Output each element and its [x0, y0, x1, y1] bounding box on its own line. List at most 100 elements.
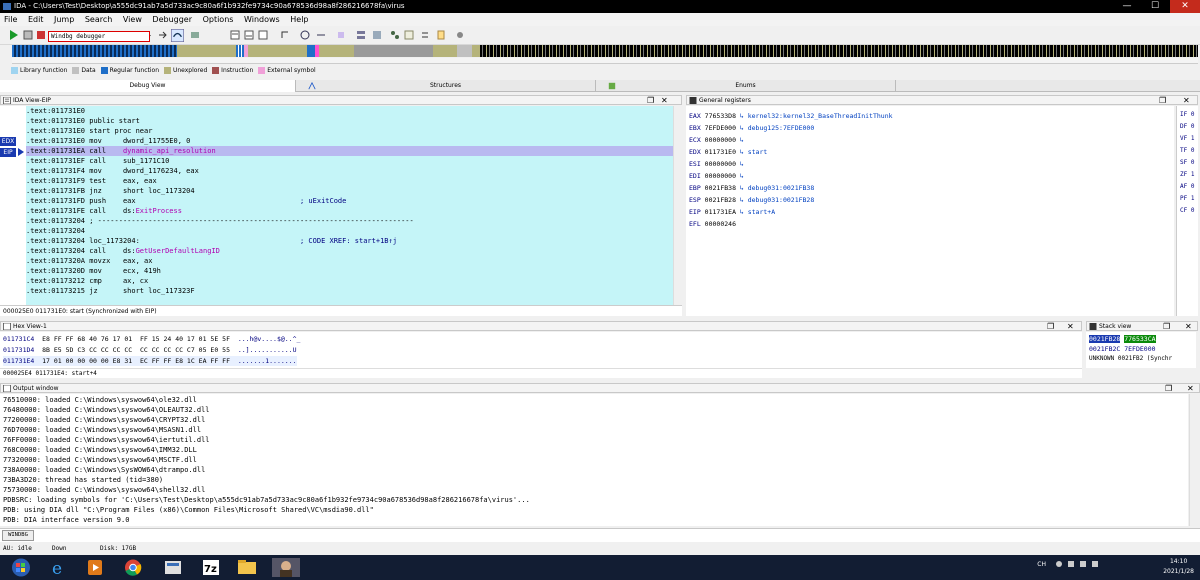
step-into-icon[interactable] [158, 30, 168, 40]
disasm-function-ref[interactable]: ExitProcess [136, 207, 182, 215]
options-icon[interactable] [455, 30, 465, 40]
disasm-function-ref[interactable]: GetUserDefaultLangID [136, 247, 220, 255]
register-row[interactable]: EDI 00000000 ↳ [689, 171, 748, 181]
menu-jump[interactable]: Jump [50, 13, 78, 26]
disasm-line[interactable]: .text:011731E0 public start [26, 116, 676, 126]
hex-row[interactable]: 011731C4 E8 FF FF 68 40 76 17 01 FF 15 2… [3, 334, 300, 344]
disasm-line[interactable]: .text:011731EF call sub_1171C10 [26, 156, 676, 166]
register-reference[interactable]: debug031:0021FB28 [748, 196, 815, 204]
hex-row[interactable]: 011731D4 8B E5 5D C3 CC CC CC CC CC CC C… [3, 345, 297, 355]
disasm-line[interactable]: .text:01173204 loc_1173204: ; CODE XREF: … [26, 236, 676, 246]
menu-edit[interactable]: Edit [24, 13, 48, 26]
disasm-line[interactable]: .text:01173204 ; -----------------------… [26, 216, 676, 226]
register-reference[interactable]: kernel32:kernel32_BaseThreadInitThunk [748, 112, 893, 120]
flag-row[interactable]: VF 1 [1180, 135, 1194, 142]
step-over-icon[interactable] [171, 29, 184, 42]
file-explorer-icon[interactable] [234, 557, 260, 578]
disasm-line[interactable]: .text:011731E0 [26, 106, 676, 116]
flag-row[interactable]: DF 0 [1180, 123, 1194, 130]
register-row[interactable]: EBP 0021FB38 ↳ debug031:0021FB38 [689, 183, 814, 193]
ida-view-disassembly[interactable]: EDX EIP .text:011731E0 .text:011731E0 pu… [0, 106, 682, 316]
graph-icon[interactable] [390, 30, 400, 40]
start-process-icon[interactable] [9, 30, 19, 40]
step-out-icon[interactable] [280, 30, 290, 40]
disasm-line[interactable]: .text:01173215 jz short loc_117323F [26, 286, 676, 296]
register-reference[interactable]: start+A [748, 208, 775, 216]
close-button[interactable]: ✕ [1170, 0, 1200, 13]
menu-debugger[interactable]: Debugger [148, 13, 196, 26]
menu-file[interactable]: File [0, 13, 21, 26]
ida-taskbar-icon[interactable] [160, 557, 186, 578]
hex-view-close-icon[interactable]: ✕ [1067, 322, 1074, 331]
trace-icon[interactable] [300, 30, 310, 40]
stack-view-close-icon[interactable]: ✕ [1185, 322, 1192, 331]
registers-close-icon[interactable]: ✕ [1183, 96, 1190, 105]
ida-view-float-icon[interactable]: ❐ [647, 96, 654, 105]
flag-row[interactable]: ZF 1 [1180, 171, 1194, 178]
thread-list-icon[interactable] [244, 30, 254, 40]
disasm-line[interactable]: .text:011731F4 mov dword_1176234, eax [26, 166, 676, 176]
ida-view-close-icon[interactable]: ✕ [661, 96, 668, 105]
register-reference[interactable]: debug125:7EFDE000 [748, 124, 815, 132]
flag-row[interactable]: TF 0 [1180, 147, 1194, 154]
register-reference[interactable]: start [748, 148, 768, 156]
disasm-line[interactable]: .text:0117320D mov ecx, 419h [26, 266, 676, 276]
register-row[interactable]: EAX 776533D8 ↳ kernel32:kernel32_BaseThr… [689, 111, 893, 121]
ida-view-scrollbar[interactable] [673, 106, 682, 306]
command-input[interactable] [36, 530, 1196, 541]
stop-icon[interactable] [36, 30, 46, 40]
register-row[interactable]: ESP 0021FB28 ↳ debug031:0021FB28 [689, 195, 814, 205]
stack-row[interactable]: 0021FB2C 7EFDE000 [1089, 344, 1156, 354]
media-player-icon[interactable] [82, 557, 108, 578]
menu-help[interactable]: Help [286, 13, 312, 26]
disasm-line[interactable]: .text:011731FD push eax ; uExitCode [26, 196, 676, 206]
minimize-button[interactable]: — [1112, 0, 1142, 13]
flag-row[interactable]: CF 0 [1180, 207, 1194, 214]
output-scrollbar[interactable] [1189, 394, 1198, 526]
module-list-icon[interactable] [258, 30, 268, 40]
register-row[interactable]: EBX 7EFDE000 ↳ debug125:7EFDE000 [689, 123, 814, 133]
flag-row[interactable]: IF 0 [1180, 111, 1194, 118]
register-row[interactable]: ECX 00000000 ↳ [689, 135, 748, 145]
tray-icons[interactable] [1054, 559, 1104, 569]
breakpoint-list-icon[interactable] [230, 30, 240, 40]
tab-debug-view[interactable]: Debug View [0, 80, 296, 92]
tab-structures[interactable]: Structures [296, 80, 596, 92]
ime-indicator[interactable]: CH [1037, 560, 1046, 570]
stack-view-pane[interactable]: 0021FB28 776533CA 0021FB2C 7EFDE000 UNKNOW… [1086, 332, 1196, 368]
windows-start-icon[interactable] [8, 557, 34, 578]
disasm-line[interactable]: .text:011731FB jnz short loc_1173204 [26, 186, 676, 196]
stack-row[interactable]: 0021FB28 776533CA [1089, 334, 1156, 344]
pause-icon[interactable] [23, 30, 33, 40]
internet-explorer-icon[interactable]: e [46, 557, 72, 578]
register-reference[interactable]: debug031:0021FB38 [748, 184, 815, 192]
disasm-line[interactable]: .text:011731F9 test eax, eax [26, 176, 676, 186]
disasm-line[interactable]: .text:0117320A movzx eax, ax [26, 256, 676, 266]
debugger-select[interactable]: Windbg debugger [48, 31, 150, 42]
disasm-line[interactable]: .text:011731E0 mov dword_11755E0, 0 [26, 136, 676, 146]
registers-float-icon[interactable]: ❐ [1159, 96, 1166, 105]
windbg-command-button[interactable]: WINDBG [2, 530, 34, 541]
disasm-line[interactable]: .text:011731E0 start proc near [26, 126, 676, 136]
menu-windows[interactable]: Windows [240, 13, 284, 26]
disasm-line[interactable]: .text:01173204 call ds:GetUserDefaultLan… [26, 246, 676, 256]
7zip-icon[interactable]: 7z [198, 557, 224, 578]
menu-options[interactable]: Options [199, 13, 238, 26]
watch-icon[interactable] [336, 30, 346, 40]
flag-row[interactable]: PF 1 [1180, 195, 1194, 202]
tab-enums[interactable]: Enums [596, 80, 896, 92]
jump-icon[interactable] [316, 30, 326, 40]
output-float-icon[interactable]: ❐ [1165, 384, 1172, 393]
run-to-cursor-icon[interactable] [190, 30, 200, 40]
register-row[interactable]: EIP 011731EA ↳ start+A [689, 207, 775, 217]
disasm-line[interactable]: .text:011731FE call ds:ExitProcess [26, 206, 676, 216]
navigation-band-scroll[interactable] [12, 58, 1198, 64]
disasm-line[interactable]: .text:01173204 [26, 226, 676, 236]
stack-view-float-icon[interactable]: ❐ [1163, 322, 1170, 331]
hex-icon[interactable] [404, 30, 414, 40]
menu-view[interactable]: View [119, 13, 146, 26]
image-viewer-icon[interactable] [270, 557, 302, 578]
hex-view-float-icon[interactable]: ❐ [1047, 322, 1054, 331]
disasm-line[interactable]: .text:01173212 cmp ax, cx [26, 276, 676, 286]
chrome-icon[interactable] [120, 557, 146, 578]
